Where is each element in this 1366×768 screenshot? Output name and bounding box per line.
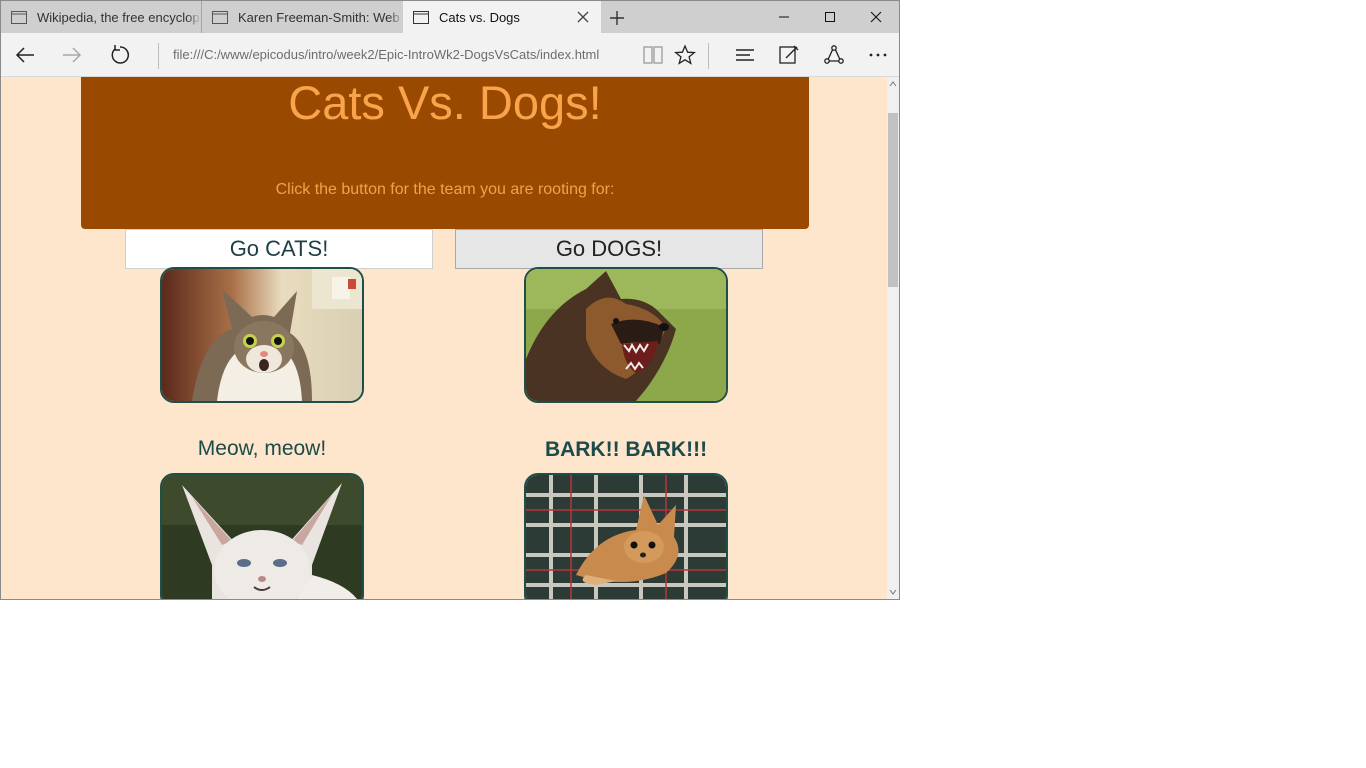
reading-view-icon bbox=[643, 46, 663, 64]
tab-title: Wikipedia, the free encyclop bbox=[37, 9, 200, 25]
close-icon bbox=[870, 11, 882, 23]
page-icon bbox=[11, 10, 27, 24]
go-dogs-button[interactable]: Go DOGS! bbox=[455, 229, 763, 269]
tab-wikipedia[interactable]: Wikipedia, the free encyclop bbox=[1, 1, 201, 33]
page-subtitle: Click the button for the team you are ro… bbox=[275, 181, 615, 198]
web-note-icon bbox=[779, 45, 799, 64]
plus-icon[interactable] bbox=[607, 8, 627, 28]
dog-image-chihuahua bbox=[524, 473, 728, 599]
refresh-button[interactable] bbox=[106, 41, 134, 69]
tab-karen-freeman-smith[interactable]: Karen Freeman-Smith: Web bbox=[201, 1, 403, 33]
back-button[interactable] bbox=[11, 41, 39, 69]
tab-title: Cats vs. Dogs bbox=[439, 9, 520, 25]
tab-cats-vs-dogs[interactable]: Cats vs. Dogs bbox=[403, 1, 601, 33]
close-window-button[interactable] bbox=[853, 1, 899, 33]
cat-image-surprised bbox=[160, 267, 364, 403]
cat-photo bbox=[162, 269, 362, 401]
dog-photo bbox=[526, 269, 726, 401]
vertical-scrollbar[interactable] bbox=[887, 77, 899, 599]
scrollbar-thumb[interactable] bbox=[888, 113, 898, 287]
browser-toolbar: file:///C:/www/epicodus/intro/week2/Epic… bbox=[1, 33, 899, 77]
dog-caption: BARK!! BARK!!! bbox=[544, 438, 708, 461]
cat-image-white bbox=[160, 473, 364, 599]
dog-photo bbox=[526, 475, 726, 599]
tab-title: Karen Freeman-Smith: Web bbox=[238, 9, 400, 25]
favorites-button[interactable] bbox=[671, 41, 699, 69]
hub-icon bbox=[736, 49, 754, 61]
forward-button[interactable] bbox=[58, 41, 86, 69]
reading-view-button[interactable] bbox=[639, 41, 667, 69]
more-button[interactable] bbox=[864, 41, 892, 69]
web-note-button[interactable] bbox=[775, 41, 803, 69]
go-cats-button[interactable]: Go CATS! bbox=[125, 229, 433, 269]
maximize-button[interactable] bbox=[807, 1, 853, 33]
chevron-up-icon[interactable] bbox=[889, 80, 897, 88]
page-icon bbox=[212, 10, 228, 24]
browser-window: Wikipedia, the free encyclop Karen Freem… bbox=[0, 0, 900, 600]
share-icon bbox=[824, 45, 844, 64]
share-button[interactable] bbox=[820, 41, 848, 69]
more-icon bbox=[869, 53, 887, 57]
page-icon bbox=[413, 10, 429, 24]
dog-image-barking bbox=[524, 267, 728, 403]
star-icon bbox=[674, 44, 696, 65]
page-title: Cats Vs. Dogs! bbox=[288, 77, 602, 129]
address-bar[interactable]: file:///C:/www/epicodus/intro/week2/Epic… bbox=[173, 47, 599, 62]
title-bar: Wikipedia, the free encyclop Karen Freem… bbox=[1, 1, 899, 33]
minimize-button[interactable] bbox=[761, 1, 807, 33]
forward-arrow-icon bbox=[63, 47, 82, 63]
hero-banner: Cats Vs. Dogs! Click the button for the … bbox=[81, 77, 809, 269]
maximize-icon bbox=[825, 12, 835, 22]
page-viewport: Cats Vs. Dogs! Click the button for the … bbox=[1, 77, 887, 599]
back-arrow-icon bbox=[15, 47, 34, 63]
cat-photo bbox=[162, 475, 362, 599]
close-icon[interactable] bbox=[575, 9, 591, 25]
cat-caption: Meow, meow! bbox=[197, 437, 327, 460]
refresh-icon bbox=[111, 45, 129, 64]
chevron-down-icon[interactable] bbox=[889, 588, 897, 596]
hub-button[interactable] bbox=[731, 41, 759, 69]
minimize-icon bbox=[779, 16, 789, 18]
